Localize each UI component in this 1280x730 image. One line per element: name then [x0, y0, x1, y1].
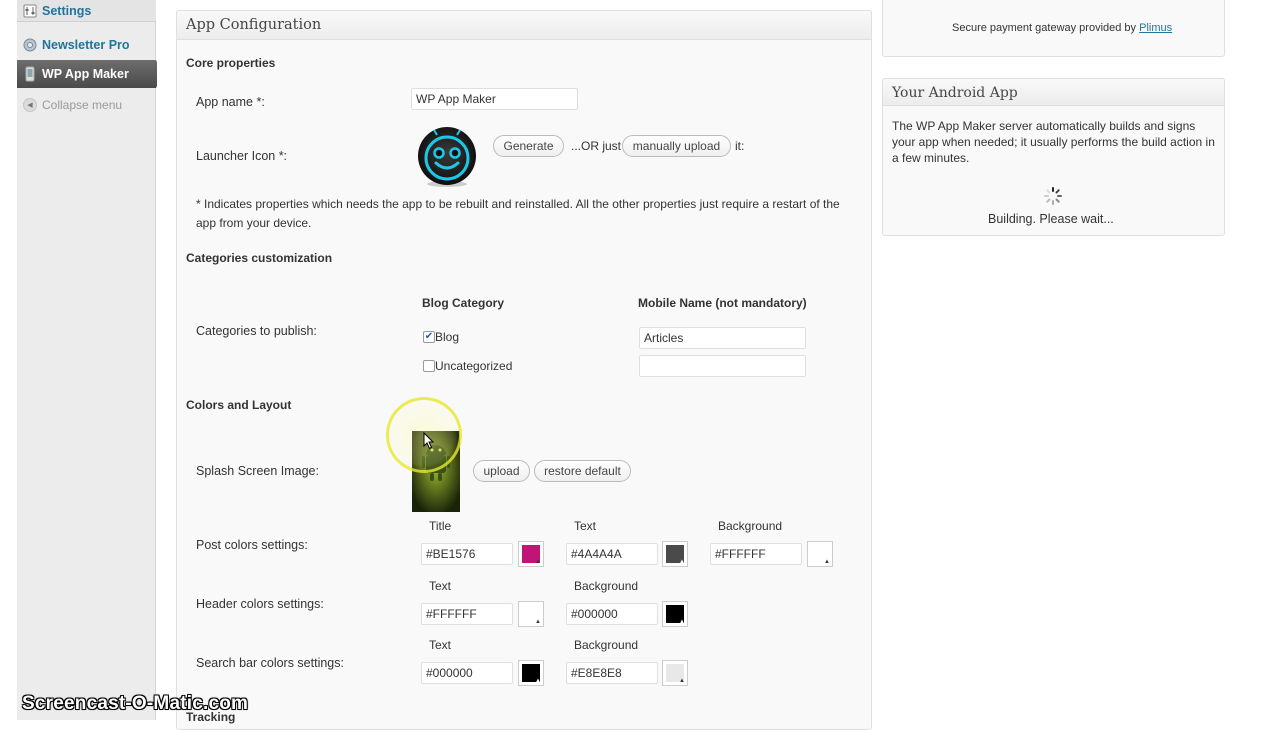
collapse-menu-label: Collapse menu: [42, 98, 123, 112]
gateway-prefix: Secure payment gateway provided by: [952, 22, 1137, 34]
post-background-color-header: Background: [718, 519, 783, 533]
search-background-color-header: Background: [574, 638, 639, 652]
search-background-color-picker[interactable]: ▲: [662, 660, 688, 686]
restore-default-button[interactable]: restore default: [534, 460, 631, 482]
left-gutter: [0, 0, 17, 720]
post-title-color-input[interactable]: [421, 543, 513, 565]
search-background-color-input[interactable]: [566, 662, 658, 684]
header-background-color-input[interactable]: [566, 603, 658, 625]
categories-to-publish-label: Categories to publish:: [196, 324, 317, 338]
rebuild-note: * Indicates properties which needs the a…: [196, 197, 840, 230]
header-background-color-picker[interactable]: ▲: [662, 601, 688, 627]
android-app-title: Your Android App: [882, 78, 1225, 106]
payment-gateway-text: Secure payment gateway provided by Plimu…: [952, 22, 1172, 34]
post-text-color-header: Text: [574, 519, 597, 533]
android-app-description: The WP App Maker server automatically bu…: [892, 119, 1215, 165]
app-configuration-title: App Configuration: [176, 10, 872, 40]
mobile-name-column-header: Mobile Name (not mandatory): [638, 296, 807, 310]
plimus-link[interactable]: Plimus: [1139, 22, 1172, 34]
menu-item-wp-app-maker[interactable]: WP App Maker: [17, 60, 163, 88]
colors-layout-heading: Colors and Layout: [186, 398, 292, 412]
post-title-color-header: Title: [429, 519, 452, 533]
building-status-text: Building. Please wait...: [988, 212, 1114, 226]
search-bar-colors-label: Search bar colors settings:: [196, 656, 344, 670]
search-text-color-header: Text: [429, 638, 452, 652]
search-text-color-input[interactable]: [421, 662, 513, 684]
screencast-watermark: Screencast-O-Matic.com: [22, 693, 249, 714]
mouse-cursor-icon: [423, 431, 435, 453]
gear-icon: [22, 37, 38, 53]
collapse-menu-button[interactable]: ◀ Collapse menu: [17, 95, 156, 115]
post-background-color-picker[interactable]: ▲: [807, 541, 833, 567]
blog-mobile-name-input[interactable]: [639, 327, 806, 349]
menu-label-settings: Settings: [42, 3, 92, 18]
post-text-color-input[interactable]: [566, 543, 658, 565]
blog-category-checkbox[interactable]: ✔: [423, 331, 435, 343]
launcher-robot-icon: [416, 126, 478, 188]
it-text: it:: [735, 139, 745, 153]
uncategorized-label: Uncategorized: [435, 359, 513, 373]
header-colors-label: Header colors settings:: [196, 597, 324, 611]
header-background-color-header: Background: [574, 579, 639, 593]
settings-icon: [22, 3, 38, 19]
post-text-color-picker[interactable]: ▲: [662, 541, 688, 567]
app-name-label: App name *:: [196, 95, 265, 109]
splash-upload-button[interactable]: upload: [473, 460, 530, 482]
loading-spinner-icon: [1043, 186, 1063, 206]
core-properties-heading: Core properties: [186, 56, 276, 70]
menu-label-wp-app-maker: WP App Maker: [42, 67, 129, 81]
generate-icon-button[interactable]: Generate: [493, 135, 564, 157]
manually-upload-button[interactable]: manually upload: [622, 135, 731, 157]
header-text-color-header: Text: [429, 579, 452, 593]
splash-screen-label: Splash Screen Image:: [196, 464, 319, 478]
post-background-color-input[interactable]: [710, 543, 802, 565]
collapse-icon: ◀: [22, 97, 38, 113]
blog-category-label: Blog: [435, 330, 460, 344]
menu-item-newsletter-pro[interactable]: Newsletter Pro: [17, 33, 156, 57]
post-title-color-picker[interactable]: ▲: [518, 541, 544, 567]
or-just-text: ...OR just: [571, 139, 622, 153]
launcher-icon-label: Launcher Icon *:: [196, 149, 288, 163]
uncategorized-checkbox[interactable]: [423, 360, 435, 372]
post-colors-label: Post colors settings:: [196, 538, 308, 552]
blog-category-column-header: Blog Category: [422, 296, 505, 310]
menu-item-settings[interactable]: Settings: [17, 0, 156, 22]
menu-label-newsletter-pro: Newsletter Pro: [42, 38, 130, 52]
categories-heading: Categories customization: [186, 251, 333, 265]
phone-icon: [22, 66, 38, 82]
search-text-color-picker[interactable]: ▲: [518, 660, 544, 686]
uncategorized-mobile-name-input[interactable]: [639, 355, 806, 377]
app-name-input[interactable]: [411, 88, 578, 110]
header-text-color-input[interactable]: [421, 603, 513, 625]
admin-menu: Settings Newsletter Pro WP App Maker ◀ C…: [17, 0, 163, 720]
header-text-color-picker[interactable]: ▲: [518, 601, 544, 627]
